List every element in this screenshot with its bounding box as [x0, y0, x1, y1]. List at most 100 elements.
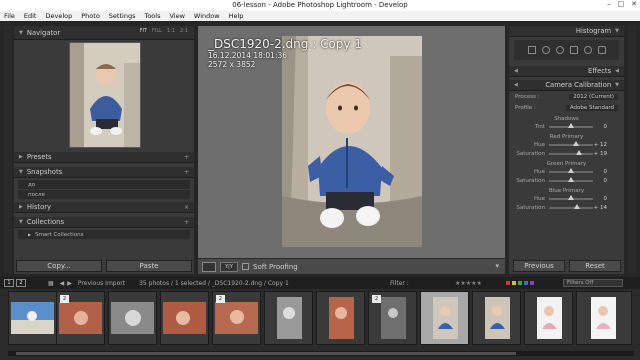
navigator-header[interactable]: ▼ Navigator FIT FILL 1:1 2:1	[14, 26, 194, 40]
slider-track[interactable]	[549, 140, 593, 146]
navigator-preview[interactable]	[69, 42, 141, 148]
slider-track[interactable]	[549, 122, 593, 128]
red-eye-icon[interactable]	[555, 46, 564, 54]
filmstrip-thumbnail[interactable]	[8, 291, 57, 345]
purple-label-icon[interactable]	[530, 281, 534, 285]
filmstrip-thumbnail[interactable]	[264, 291, 313, 345]
photo-canvas[interactable]: _DSC1920-2.dng : Copy 1 16.12.2014 18:01…	[198, 26, 505, 258]
slider-value[interactable]: + 12	[593, 142, 607, 148]
previous-button[interactable]: Previous	[513, 260, 565, 272]
snapshot-item[interactable]: до	[18, 180, 190, 189]
zoom-fill[interactable]: FILL	[152, 28, 162, 34]
copy-button[interactable]: Copy...	[16, 260, 102, 272]
right-collapse-strip[interactable]	[628, 26, 636, 274]
forward-arrow-icon[interactable]: ▶	[67, 280, 72, 287]
filmstrip-thumbnail[interactable]	[576, 291, 632, 345]
slider-thumb[interactable]	[568, 176, 574, 182]
maximize-button[interactable]: □	[618, 0, 625, 8]
filters-off-select[interactable]: Filters Off	[563, 279, 623, 287]
camera-calibration-header[interactable]: ◀ Camera Calibration ▼	[509, 80, 624, 91]
effects-header[interactable]: ◀ Effects ◀	[509, 66, 624, 77]
filmstrip-thumbnail[interactable]	[472, 291, 521, 345]
add-preset-icon[interactable]: +	[184, 154, 189, 161]
profile-select[interactable]: Adobe Standard	[565, 105, 618, 111]
clear-history-icon[interactable]: ×	[184, 204, 189, 211]
back-arrow-icon[interactable]: ◀	[60, 280, 65, 287]
filmstrip-thumbnail[interactable]	[108, 291, 157, 345]
slider-thumb[interactable]	[574, 203, 581, 209]
process-select[interactable]: 2012 (Current)	[569, 94, 618, 100]
slider-track[interactable]	[549, 167, 593, 173]
slider-thumb[interactable]	[568, 167, 574, 173]
page-1-button[interactable]: 1	[4, 279, 14, 287]
menu-window[interactable]: Window	[194, 12, 220, 20]
menu-view[interactable]: View	[169, 12, 184, 20]
red-label-icon[interactable]	[506, 281, 510, 285]
adjustment-brush-icon[interactable]	[597, 46, 606, 54]
toolbar-menu-chevron-icon[interactable]: ▾	[495, 262, 499, 270]
filmstrip-thumbnail[interactable]	[316, 291, 365, 345]
snapshot-item[interactable]: после	[18, 190, 190, 199]
left-collapse-strip[interactable]	[4, 26, 12, 274]
slider-value[interactable]: 0	[593, 178, 608, 184]
filmstrip-scrollbar-thumb[interactable]	[16, 352, 516, 355]
filmstrip-thumbnail[interactable]: 2	[212, 291, 261, 345]
filmstrip-scrollbar[interactable]	[8, 351, 634, 356]
menu-photo[interactable]: Photo	[81, 12, 100, 20]
slider-track[interactable]	[549, 203, 593, 209]
slider-track[interactable]	[549, 149, 593, 155]
source-label[interactable]: Previous Import	[78, 280, 125, 287]
loupe-view-icon[interactable]	[202, 261, 216, 272]
paste-button[interactable]: Paste	[106, 260, 192, 272]
blue-label-icon[interactable]	[524, 281, 528, 285]
yellow-label-icon[interactable]	[512, 281, 516, 285]
presets-header[interactable]: ▶ Presets +	[14, 152, 194, 163]
soft-proofing-checkbox[interactable]	[242, 263, 249, 270]
slider-value[interactable]: + 14	[593, 205, 607, 211]
menu-settings[interactable]: Settings	[109, 12, 136, 20]
slider-thumb[interactable]	[576, 149, 583, 155]
slider-value[interactable]: + 19	[593, 151, 607, 157]
add-collection-icon[interactable]: +	[184, 219, 189, 226]
filmstrip-thumbnail[interactable]: 2	[368, 291, 417, 345]
reset-button[interactable]: Reset	[569, 260, 621, 272]
zoom-1-1[interactable]: 1:1	[167, 28, 175, 34]
menu-help[interactable]: Help	[229, 12, 244, 20]
green-label-icon[interactable]	[518, 281, 522, 285]
slider-value[interactable]: 0	[593, 124, 608, 130]
slider-value[interactable]: 0	[593, 196, 608, 202]
color-label-filter[interactable]	[506, 281, 534, 285]
filmstrip-thumbnail[interactable]: 2	[56, 291, 105, 345]
slider-thumb[interactable]	[573, 140, 580, 146]
grid-icon[interactable]: ▦	[48, 280, 54, 287]
slider-value[interactable]: 0	[593, 169, 608, 175]
rating-filter-stars-icon[interactable]: ★★★★★	[455, 280, 482, 287]
menu-file[interactable]: File	[4, 12, 15, 20]
collections-header[interactable]: ▼ Collections +	[14, 217, 194, 228]
slider-track[interactable]	[549, 194, 593, 200]
filmstrip-thumbnail[interactable]	[160, 291, 209, 345]
add-snapshot-icon[interactable]: +	[184, 169, 189, 176]
zoom-2-1[interactable]: 2:1	[180, 28, 188, 34]
page-2-button[interactable]: 2	[16, 279, 26, 287]
histogram-header[interactable]: Histogram ▼	[509, 26, 624, 37]
slider-track[interactable]	[549, 176, 593, 182]
graduated-filter-icon[interactable]	[569, 46, 578, 54]
radial-filter-icon[interactable]	[583, 46, 592, 54]
slider-thumb[interactable]	[568, 194, 574, 200]
before-after-select[interactable]: Y|Y	[220, 261, 238, 272]
menu-tools[interactable]: Tools	[144, 12, 160, 20]
filmstrip-thumbnail-selected[interactable]	[420, 291, 469, 345]
spot-removal-icon[interactable]	[541, 46, 550, 54]
close-button[interactable]: ✕	[631, 0, 637, 8]
zoom-fit[interactable]: FIT	[140, 28, 147, 34]
slider-thumb[interactable]	[568, 122, 574, 128]
filmstrip-thumbnail[interactable]	[524, 291, 573, 345]
collection-item-smart-collections[interactable]: ▶ Smart Collections	[18, 230, 190, 239]
menu-edit[interactable]: Edit	[24, 12, 37, 20]
crop-tool-icon[interactable]	[527, 46, 536, 54]
menu-develop[interactable]: Develop	[45, 12, 72, 20]
snapshots-header[interactable]: ▼ Snapshots +	[14, 167, 194, 178]
history-header[interactable]: ▶ History ×	[14, 202, 194, 213]
minimize-button[interactable]: –	[607, 0, 611, 8]
